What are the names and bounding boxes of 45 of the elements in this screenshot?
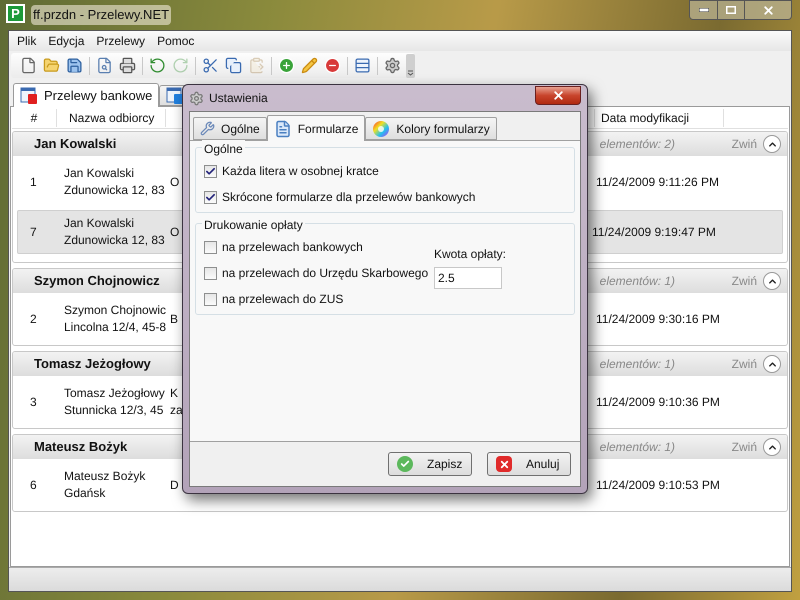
checkbox-label: na przelewach do ZUS <box>222 291 344 308</box>
checkbox-label: na przelewach do Urzędu Skarbowego <box>222 265 428 282</box>
table-cell-text: 3 <box>29 394 38 411</box>
group-title: Szymon Chojnowicz <box>33 272 161 290</box>
table-cell-text: Stunnicka 12/3, 45 <box>64 402 164 419</box>
table-cell-text: 11/24/2009 9:30:16 PM <box>596 311 721 328</box>
app-logo: P <box>6 4 25 23</box>
table-cell-text: O <box>170 224 180 240</box>
table-cell-text: Gdańsk <box>64 485 106 502</box>
checkbox-label: na przelewach bankowych <box>222 239 363 256</box>
group-count: elementów: 2) <box>600 136 676 153</box>
column-title: Nazwa odbiorcy <box>56 108 166 126</box>
table-cell-text: Jan Kowalski <box>64 215 136 232</box>
table-cell-text: Szymon Chojnowic <box>64 302 168 319</box>
table-cell-text: Zdunowicka 12, 83 <box>64 232 166 249</box>
table-cell-text: Lincolna 12/4, 45-8 <box>64 319 168 336</box>
table-cell-text: D <box>170 476 180 494</box>
table-cell-text: K <box>170 385 180 402</box>
group-count: elementów: 1) <box>600 356 676 373</box>
table-cell-text: 7 <box>29 224 38 241</box>
table-cell-text: 2 <box>29 311 38 328</box>
group-count: elementów: 1) <box>600 273 676 290</box>
group-title: Tomasz Jeżogłowy <box>33 355 152 374</box>
group-title: Jan Kowalski <box>33 135 118 154</box>
window-title: ff.przdn - Przelewy.NET <box>31 5 172 24</box>
column-title: # <box>30 110 38 126</box>
dialog-title: Ustawienia <box>209 90 268 107</box>
table-cell-text: B <box>170 310 180 328</box>
table-cell-text: 11/24/2009 9:10:36 PM <box>596 394 721 411</box>
table-cell-text: 11/24/2009 9:10:53 PM <box>596 477 721 494</box>
fee-label: Kwota opłaty: <box>434 246 506 263</box>
table-cell-text: 11/24/2009 9:11:26 PM <box>596 174 720 191</box>
table-cell: za <box>170 402 182 419</box>
column-title: Data modyfikacji <box>594 108 724 126</box>
checkbox-label: Każda litera w osobnej kratce <box>222 163 379 180</box>
checkbox-label: Skrócone formularze dla przelewów bankowych <box>222 189 476 206</box>
table-cell-text: Mateusz Bożyk <box>64 468 146 485</box>
table-cell-text: Tomasz Jeżogłowy <box>64 385 166 402</box>
group-box-title: Ogólne <box>202 140 245 158</box>
group-count: elementów: 1) <box>600 439 676 456</box>
group-title: Mateusz Bożyk <box>33 438 128 456</box>
table-cell-text: 1 <box>29 174 38 191</box>
table-cell-text: O <box>170 174 180 190</box>
table-cell-text: 11/24/2009 9:19:47 PM <box>592 224 717 241</box>
table-cell-text: 6 <box>29 477 38 494</box>
